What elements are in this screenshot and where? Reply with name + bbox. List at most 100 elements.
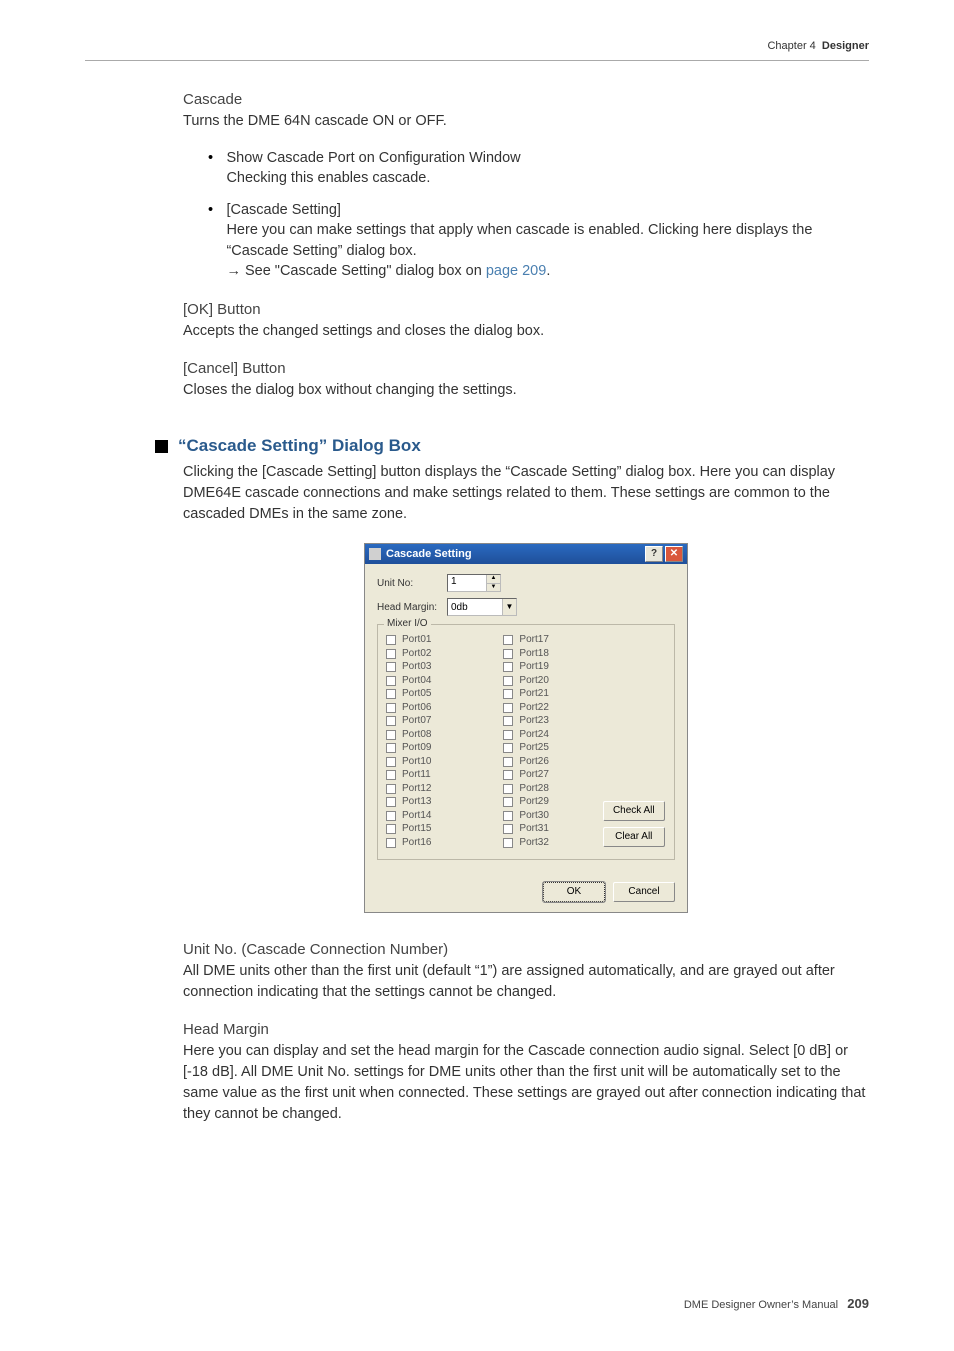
checkbox-icon[interactable] [386, 824, 396, 834]
checkbox-icon[interactable] [503, 689, 513, 699]
checkbox-icon[interactable] [386, 757, 396, 767]
checkbox-icon[interactable] [503, 635, 513, 645]
port-item[interactable]: Port17 [503, 633, 602, 647]
port-item[interactable]: Port18 [503, 647, 602, 661]
checkbox-icon[interactable] [503, 703, 513, 713]
port-item[interactable]: Port32 [503, 836, 602, 850]
port-item[interactable]: Port24 [503, 728, 602, 742]
checkbox-icon[interactable] [386, 743, 396, 753]
port-item[interactable]: Port07 [386, 714, 503, 728]
head-margin-label: Head Margin: [377, 602, 447, 613]
checkbox-icon[interactable] [503, 662, 513, 672]
checkbox-icon[interactable] [386, 716, 396, 726]
arrow-icon: → See "Cascade Setting" dialog box on [226, 263, 485, 279]
checkbox-icon[interactable] [503, 770, 513, 780]
chevron-down-icon[interactable]: ▼ [502, 599, 516, 615]
spin-up-icon[interactable]: ▲ [486, 575, 500, 584]
clear-all-button[interactable]: Clear All [603, 827, 665, 847]
footer: DME Designer Owner’s Manual 209 [684, 1296, 869, 1311]
port-item[interactable]: Port19 [503, 660, 602, 674]
port-item[interactable]: Port11 [386, 768, 503, 782]
port-item[interactable]: Port10 [386, 755, 503, 769]
checkbox-icon[interactable] [386, 635, 396, 645]
head-margin-desc: Here you can display and set the head ma… [183, 1041, 869, 1125]
port-item[interactable]: Port04 [386, 674, 503, 688]
checkbox-icon[interactable] [386, 730, 396, 740]
port-item[interactable]: Port01 [386, 633, 503, 647]
checkbox-icon[interactable] [386, 689, 396, 699]
checkbox-icon[interactable] [503, 716, 513, 726]
bullet-body-show-cascade: Checking this enables cascade. [226, 168, 846, 188]
port-label: Port19 [519, 660, 548, 674]
dialog-title: Cascade Setting [386, 548, 643, 560]
port-item[interactable]: Port23 [503, 714, 602, 728]
footer-page-number: 209 [847, 1296, 869, 1311]
port-item[interactable]: Port14 [386, 809, 503, 823]
port-item[interactable]: Port26 [503, 755, 602, 769]
checkbox-icon[interactable] [503, 784, 513, 794]
port-item[interactable]: Port29 [503, 795, 602, 809]
checkbox-icon[interactable] [503, 730, 513, 740]
port-label: Port25 [519, 741, 548, 755]
checkbox-icon[interactable] [503, 811, 513, 821]
port-label: Port24 [519, 728, 548, 742]
group-legend: Mixer I/O [384, 618, 431, 629]
port-item[interactable]: Port21 [503, 687, 602, 701]
port-item[interactable]: Port03 [386, 660, 503, 674]
port-item[interactable]: Port28 [503, 782, 602, 796]
port-label: Port23 [519, 714, 548, 728]
help-button[interactable]: ? [645, 546, 663, 562]
port-item[interactable]: Port27 [503, 768, 602, 782]
page-link[interactable]: page 209 [486, 263, 546, 279]
port-label: Port13 [402, 795, 431, 809]
port-item[interactable]: Port02 [386, 647, 503, 661]
spin-down-icon[interactable]: ▼ [486, 584, 500, 592]
checkbox-icon[interactable] [503, 757, 513, 767]
port-label: Port21 [519, 687, 548, 701]
port-item[interactable]: Port16 [386, 836, 503, 850]
checkbox-icon[interactable] [386, 649, 396, 659]
ok-heading: [OK] Button [183, 301, 869, 318]
unit-no-spinner[interactable]: 1 ▲ ▼ [447, 574, 501, 592]
checkbox-icon[interactable] [386, 703, 396, 713]
checkbox-icon[interactable] [503, 824, 513, 834]
port-item[interactable]: Port05 [386, 687, 503, 701]
checkbox-icon[interactable] [503, 797, 513, 807]
port-item[interactable]: Port30 [503, 809, 602, 823]
port-item[interactable]: Port09 [386, 741, 503, 755]
port-label: Port15 [402, 822, 431, 836]
port-item[interactable]: Port25 [503, 741, 602, 755]
checkbox-icon[interactable] [503, 676, 513, 686]
port-label: Port30 [519, 809, 548, 823]
ok-button[interactable]: OK [543, 882, 605, 902]
checkbox-icon[interactable] [503, 838, 513, 848]
port-label: Port10 [402, 755, 431, 769]
port-item[interactable]: Port31 [503, 822, 602, 836]
cancel-heading: [Cancel] Button [183, 360, 869, 377]
port-label: Port07 [402, 714, 431, 728]
checkbox-icon[interactable] [386, 838, 396, 848]
checkbox-icon[interactable] [386, 770, 396, 780]
close-button[interactable]: ✕ [665, 546, 683, 562]
port-item[interactable]: Port15 [386, 822, 503, 836]
cancel-button[interactable]: Cancel [613, 882, 675, 902]
port-item[interactable]: Port08 [386, 728, 503, 742]
head-margin-combo[interactable]: 0db ▼ [447, 598, 517, 616]
port-label: Port32 [519, 836, 548, 850]
unit-no-value[interactable]: 1 [448, 575, 486, 591]
dialog-section-intro: Clicking the [Cascade Setting] button di… [183, 462, 869, 525]
checkbox-icon[interactable] [386, 811, 396, 821]
port-item[interactable]: Port20 [503, 674, 602, 688]
checkbox-icon[interactable] [386, 662, 396, 672]
port-item[interactable]: Port13 [386, 795, 503, 809]
port-item[interactable]: Port22 [503, 701, 602, 715]
checkbox-icon[interactable] [503, 649, 513, 659]
checkbox-icon[interactable] [386, 676, 396, 686]
check-all-button[interactable]: Check All [603, 801, 665, 821]
checkbox-icon[interactable] [503, 743, 513, 753]
port-item[interactable]: Port12 [386, 782, 503, 796]
checkbox-icon[interactable] [386, 797, 396, 807]
square-bullet-icon [155, 440, 168, 453]
checkbox-icon[interactable] [386, 784, 396, 794]
port-item[interactable]: Port06 [386, 701, 503, 715]
